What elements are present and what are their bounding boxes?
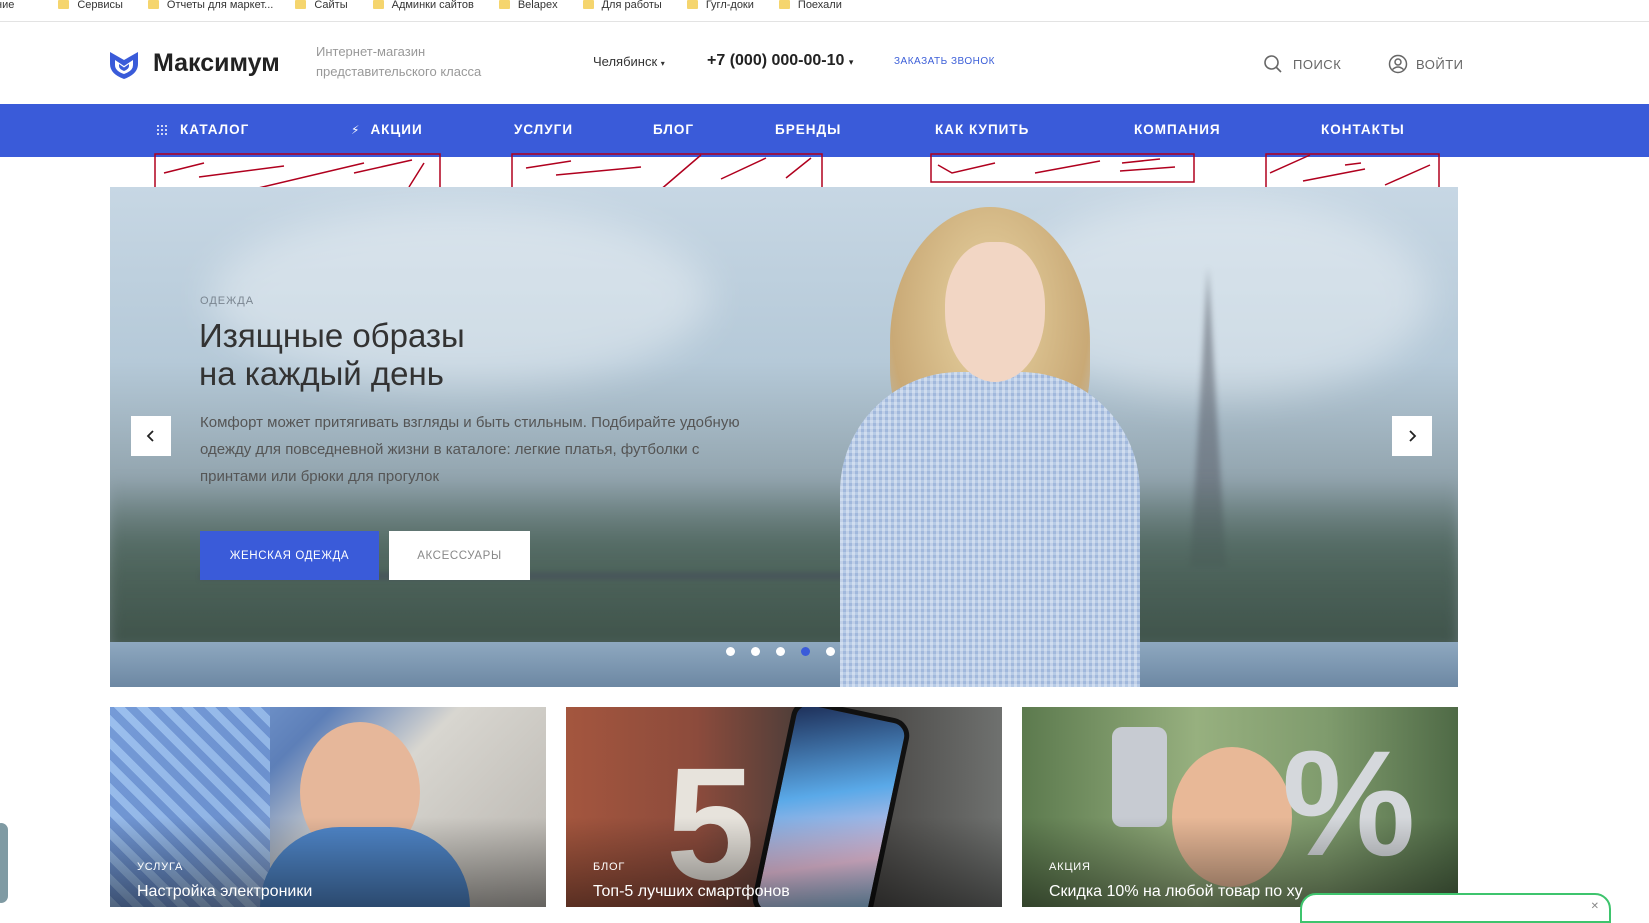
nav-item-contacts[interactable]: КОНТАКТЫ <box>1321 122 1405 137</box>
folder-icon <box>498 0 510 9</box>
bookmark-folder-reports[interactable]: Отчеты для маркет... <box>147 0 274 11</box>
nav-item-how-to-buy[interactable]: КАК КУПИТЬ <box>935 122 1029 137</box>
nav-label: КАК КУПИТЬ <box>935 122 1030 137</box>
nav-item-catalog[interactable]: КАТАЛОГ <box>156 122 249 137</box>
phone-graphic <box>1112 727 1167 827</box>
bookmark-folder-services[interactable]: Сервисы <box>58 0 123 11</box>
city-label: Челябинск <box>593 54 658 69</box>
nav-item-services[interactable]: УСЛУГИ <box>514 122 573 137</box>
folder-icon <box>147 0 159 9</box>
bookmark-label: Для работы <box>601 0 662 11</box>
bookmark-label: Админки сайтов <box>391 0 474 11</box>
bookmark-label: Отчеты для маркет... <box>166 0 274 11</box>
bookmark-label: Сайты <box>314 0 348 11</box>
accessories-button[interactable]: АКСЕССУАРЫ <box>389 531 530 580</box>
folder-icon <box>582 0 594 9</box>
model-dress <box>840 372 1140 687</box>
card-title: Настройка электроники <box>137 883 313 900</box>
folder-icon <box>58 0 70 9</box>
nav-label: КАТАЛОГ <box>180 122 250 137</box>
bookmark-item[interactable]: ние <box>0 0 14 11</box>
slide-dot-active[interactable] <box>801 647 810 656</box>
caret-down-icon: ▾ <box>660 59 665 68</box>
search-button[interactable]: ПОИСК <box>1263 54 1341 74</box>
hero-banner: ОДЕЖДА Изящные образы на каждый день Ком… <box>110 187 1458 687</box>
card-tag: АКЦИЯ <box>1049 861 1091 873</box>
banner-headline: Изящные образы на каждый день <box>199 317 619 393</box>
folder-icon <box>778 0 790 9</box>
bookmarks-bar: ние Сервисы Отчеты для маркет... Сайты А… <box>0 0 1649 22</box>
slide-dot[interactable] <box>826 647 835 656</box>
bookmark-folder-admin[interactable]: Админки сайтов <box>372 0 474 11</box>
card-title: Скидка 10% на любой товар по ху <box>1049 883 1303 900</box>
model-face <box>945 242 1045 382</box>
main-nav: КАТАЛОГ ⚡ АКЦИИ УСЛУГИ БЛОГ БРЕНДЫ КАК К… <box>0 104 1649 157</box>
bookmark-folder-gdocs[interactable]: Гугл-доки <box>686 0 754 11</box>
bookmark-label: Belapex <box>517 0 558 11</box>
next-slide-button[interactable] <box>1392 416 1432 456</box>
annotation-scribble <box>1265 153 1440 189</box>
phone-selector[interactable]: +7 (000) 000-00-10 ▾ <box>707 52 853 70</box>
womens-clothing-button[interactable]: ЖЕНСКАЯ ОДЕЖДА <box>200 531 379 580</box>
login-button[interactable]: ВОЙТИ <box>1388 54 1463 74</box>
nav-item-brands[interactable]: БРЕНДЫ <box>775 122 841 137</box>
city-selector[interactable]: Челябинск ▾ <box>593 54 665 69</box>
chevron-right-icon <box>1409 430 1417 442</box>
bookmark-folder-sites[interactable]: Сайты <box>295 0 348 11</box>
folder-icon <box>372 0 384 9</box>
bookmark-label: ние <box>0 0 15 11</box>
folder-icon <box>686 0 698 9</box>
caret-down-icon: ▾ <box>848 57 854 67</box>
bookmark-label: Сервисы <box>77 0 123 11</box>
nav-item-promotions[interactable]: ⚡ АКЦИИ <box>351 122 423 137</box>
chevron-left-icon <box>146 430 154 442</box>
banner-description: Комфорт может притягивать взгляды и быть… <box>200 414 740 485</box>
nav-item-blog[interactable]: БЛОГ <box>653 122 694 137</box>
banner-kicker: ОДЕЖДА <box>200 295 255 307</box>
nav-item-company[interactable]: КОМПАНИЯ <box>1134 122 1221 137</box>
lightning-icon: ⚡ <box>351 122 361 137</box>
site-header: Максимум Интернет-магазин представительс… <box>0 22 1649 104</box>
bookmark-folder-work[interactable]: Для работы <box>582 0 662 11</box>
phone-number: +7 (000) 000-00-10 <box>707 52 845 69</box>
nav-label: БРЕНДЫ <box>775 122 842 137</box>
nav-label: БЛОГ <box>653 122 694 137</box>
nav-label: КОНТАКТЫ <box>1321 122 1405 137</box>
login-label: ВОЙТИ <box>1416 56 1464 72</box>
card-blog[interactable]: 5 БЛОГ Топ-5 лучших смартфонов <box>566 707 1002 907</box>
card-tag: УСЛУГА <box>137 861 184 873</box>
annotation-scribble <box>930 153 1195 183</box>
card-service[interactable]: УСЛУГА Настройка электроники <box>110 707 546 907</box>
nav-label: УСЛУГИ <box>514 122 574 137</box>
slide-dot[interactable] <box>751 647 760 656</box>
folder-icon <box>295 0 307 9</box>
nav-label: КОМПАНИЯ <box>1134 122 1221 137</box>
prev-slide-button[interactable] <box>131 416 171 456</box>
slide-dot[interactable] <box>726 647 735 656</box>
nav-label: АКЦИИ <box>370 122 423 137</box>
search-icon <box>1264 55 1282 73</box>
headline-line: Изящные образы <box>199 317 465 354</box>
bookmark-label: Гугл-доки <box>705 0 754 11</box>
brand-name[interactable]: Максимум <box>153 49 280 78</box>
bookmark-label: Поехали <box>797 0 842 11</box>
slide-indicators <box>726 647 835 656</box>
chat-widget[interactable]: ✕ <box>1300 893 1611 923</box>
side-widget-tab[interactable] <box>0 823 8 903</box>
card-title: Топ-5 лучших смартфонов <box>593 883 790 900</box>
slide-dot[interactable] <box>776 647 785 656</box>
user-icon <box>1388 54 1408 74</box>
search-label: ПОИСК <box>1293 56 1342 72</box>
bookmark-folder-belapex[interactable]: Belapex <box>498 0 558 11</box>
bookmark-folder-go[interactable]: Поехали <box>778 0 842 11</box>
headline-line: на каждый день <box>199 355 444 392</box>
card-tag: БЛОГ <box>593 861 626 873</box>
brand-tagline: Интернет-магазин представительского клас… <box>316 44 482 79</box>
grid-icon <box>157 124 167 135</box>
card-promo[interactable]: % АКЦИЯ Скидка 10% на любой товар по ху <box>1022 707 1458 907</box>
callback-link[interactable]: ЗАКАЗАТЬ ЗВОНОК <box>894 56 995 67</box>
shield-logo-icon[interactable] <box>108 48 140 80</box>
